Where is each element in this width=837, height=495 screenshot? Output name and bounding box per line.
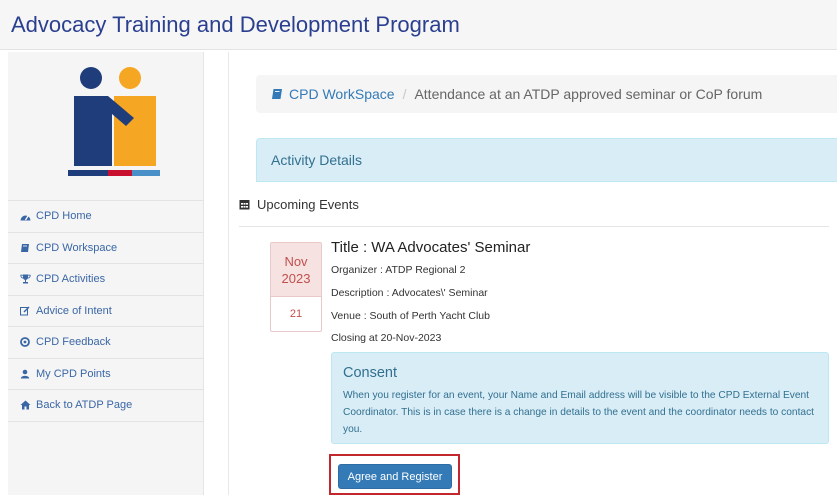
- sidebar-item-advice-of-intent[interactable]: Advice of Intent: [8, 296, 204, 327]
- event-title: Title : WA Advocates' Seminar: [331, 239, 531, 256]
- event-venue: Venue : South of Perth Yacht Club: [331, 310, 490, 322]
- consent-title: Consent: [343, 365, 398, 381]
- sidebar-item-cpd-feedback[interactable]: CPD Feedback: [8, 327, 204, 359]
- event-details: Title : WA Advocates' Seminar Organizer …: [331, 239, 531, 344]
- sidebar-item-label: Back to ATDP Page: [36, 399, 133, 412]
- edit-icon: [18, 306, 32, 316]
- breadcrumb-link-cpd-workspace[interactable]: CPD WorkSpace: [271, 86, 395, 102]
- divider: [239, 226, 829, 227]
- event-day: 21: [271, 296, 321, 331]
- app-title: Advocacy Training and Development Progra…: [11, 12, 460, 37]
- sidebar-item-label: CPD Home: [36, 210, 92, 223]
- user-icon: [18, 369, 32, 379]
- event-month: Nov: [284, 253, 308, 269]
- breadcrumb: CPD WorkSpace / Attendance at an ATDP ap…: [256, 75, 837, 113]
- event-date-month-year: Nov 2023: [271, 243, 321, 296]
- breadcrumb-separator: /: [402, 86, 407, 102]
- trophy-icon: [18, 274, 32, 284]
- event-year: 2023: [281, 270, 311, 286]
- sidebar-item-label: My CPD Points: [36, 367, 111, 380]
- agree-and-register-button[interactable]: Agree and Register: [338, 464, 452, 489]
- sidebar: CPD Home CPD Workspace CPD Activities Ad…: [8, 52, 204, 495]
- lifebuoy-icon: [18, 337, 32, 348]
- event-date-badge: Nov 2023 21: [270, 242, 322, 332]
- sidebar-item-label: CPD Feedback: [36, 336, 111, 349]
- sidebar-item-cpd-workspace[interactable]: CPD Workspace: [8, 233, 204, 264]
- sidebar-item-label: Advice of Intent: [36, 304, 112, 317]
- sidebar-item-label: CPD Workspace: [36, 241, 118, 254]
- sidebar-nav: CPD Home CPD Workspace CPD Activities Ad…: [8, 200, 204, 422]
- breadcrumb-current: Attendance at an ATDP approved seminar o…: [414, 86, 763, 102]
- sidebar-item-cpd-activities[interactable]: CPD Activities: [8, 264, 204, 296]
- upcoming-events-label: Upcoming Events: [257, 197, 359, 212]
- book-icon: [18, 243, 32, 253]
- event-organizer: Organizer : ATDP Regional 2: [331, 264, 466, 276]
- activity-details-heading: Activity Details: [271, 152, 363, 168]
- atdp-logo-icon: [68, 67, 160, 176]
- consent-text: When you register for an event, your Nam…: [343, 390, 814, 435]
- breadcrumb-link-label: CPD WorkSpace: [289, 86, 395, 102]
- book-icon: [272, 89, 282, 99]
- event-description: Description : Advocates\' Seminar: [331, 287, 488, 299]
- upcoming-events-heading: Upcoming Events: [239, 197, 359, 212]
- consent-panel: Consent When you register for an event, …: [331, 352, 829, 444]
- calendar-icon: [239, 200, 250, 210]
- activity-details-panel: Activity Details: [256, 138, 837, 182]
- sidebar-item-my-cpd-points[interactable]: My CPD Points: [8, 359, 204, 390]
- sidebar-item-back-to-atdp[interactable]: Back to ATDP Page: [8, 390, 204, 422]
- register-highlight-frame: Agree and Register: [329, 454, 460, 495]
- main-content: CPD WorkSpace / Attendance at an ATDP ap…: [228, 52, 837, 495]
- home-icon: [18, 400, 32, 410]
- sidebar-item-label: CPD Activities: [36, 273, 106, 286]
- top-header: Advocacy Training and Development Progra…: [0, 0, 837, 50]
- sidebar-item-cpd-home[interactable]: CPD Home: [8, 201, 204, 233]
- dashboard-icon: [18, 212, 32, 221]
- event-closing: Closing at 20-Nov-2023: [331, 332, 442, 344]
